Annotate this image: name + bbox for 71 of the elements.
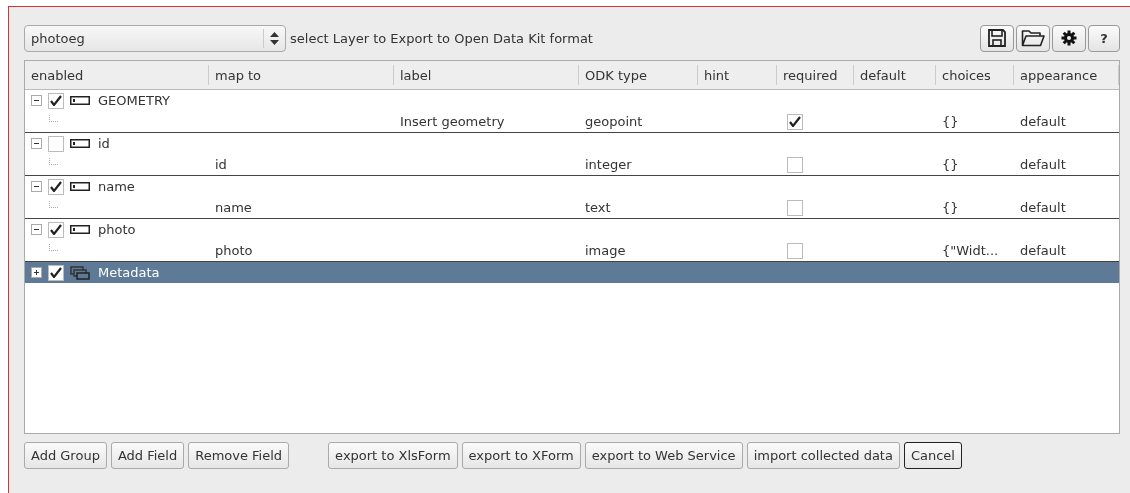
- field-name: name: [98, 179, 135, 194]
- gear-icon: [1061, 30, 1077, 46]
- dialog-button[interactable]: Add Field: [110, 442, 185, 469]
- required-checkbox[interactable]: [787, 199, 803, 216]
- spinner-arrows-icon: [270, 31, 279, 45]
- collapse-icon[interactable]: [31, 181, 42, 192]
- required-checkbox[interactable]: [787, 242, 803, 259]
- table-cell: id: [215, 157, 227, 172]
- table-cell: geopoint: [585, 114, 643, 129]
- tree-row[interactable]: id: [25, 133, 1119, 154]
- field-name: GEOMETRY: [98, 93, 171, 108]
- dialog-button[interactable]: import collected data: [746, 442, 900, 469]
- field-icon: [70, 139, 90, 148]
- tree-row[interactable]: name: [25, 176, 1119, 197]
- table-cell: {}: [942, 157, 959, 172]
- field-name: id: [98, 136, 110, 151]
- table-cell: name: [215, 200, 252, 215]
- field-icon: [70, 182, 90, 191]
- enabled-checkbox[interactable]: [48, 92, 64, 109]
- table-cell: photo: [215, 243, 253, 258]
- settings-button[interactable]: [1052, 24, 1086, 52]
- help-button[interactable]: ?: [1088, 24, 1120, 52]
- save-button[interactable]: [980, 24, 1014, 52]
- dialog-button[interactable]: export to XForm: [461, 442, 581, 469]
- table-cell: {}: [942, 200, 959, 215]
- dialog-button[interactable]: export to XlsForm: [328, 442, 458, 469]
- open-button[interactable]: [1016, 24, 1050, 52]
- column-header[interactable]: choices: [942, 67, 991, 83]
- table-cell: image: [585, 243, 626, 258]
- field-icon: [70, 96, 90, 105]
- collapse-icon[interactable]: [31, 224, 42, 235]
- tree-row[interactable]: photo: [25, 219, 1119, 240]
- table-cell: {}: [942, 114, 959, 129]
- dialog-button[interactable]: Cancel: [903, 442, 962, 469]
- table-cell: default: [1020, 200, 1066, 215]
- table-cell: default: [1020, 243, 1066, 258]
- dialog-button[interactable]: Add Group: [24, 442, 107, 469]
- dialog-button[interactable]: Remove Field: [188, 442, 290, 469]
- column-header[interactable]: label: [400, 67, 432, 83]
- column-header[interactable]: ODK type: [585, 67, 647, 83]
- group-icon: [70, 265, 90, 280]
- layer-dropdown[interactable]: photoeg: [24, 24, 286, 52]
- collapse-icon[interactable]: [31, 138, 42, 149]
- required-checkbox[interactable]: [787, 156, 803, 173]
- table-cell: text: [585, 200, 611, 215]
- field-name: photo: [98, 222, 136, 237]
- column-header[interactable]: required: [783, 67, 838, 83]
- dialog-button[interactable]: export to Web Service: [584, 442, 743, 469]
- column-header[interactable]: appearance: [1020, 67, 1098, 83]
- table-cell: Insert geometry: [400, 114, 505, 129]
- column-header[interactable]: default: [860, 67, 906, 83]
- enabled-checkbox[interactable]: [48, 178, 64, 195]
- enabled-checkbox[interactable]: [48, 135, 64, 152]
- folder-icon: [1021, 29, 1045, 47]
- column-header[interactable]: enabled: [31, 67, 84, 83]
- tree-row[interactable]: GEOMETRY: [25, 90, 1119, 111]
- table-cell: default: [1020, 157, 1066, 172]
- column-header[interactable]: hint: [704, 67, 730, 83]
- enabled-checkbox[interactable]: [48, 221, 64, 238]
- field-name: Metadata: [98, 265, 160, 280]
- table-cell: {"Widt...: [942, 243, 999, 258]
- table-cell: integer: [585, 157, 632, 172]
- column-header[interactable]: map to: [215, 67, 262, 83]
- table-cell: default: [1020, 114, 1066, 129]
- instruction-text: select Layer to Export to Open Data Kit format: [290, 30, 594, 46]
- field-icon: [70, 225, 90, 234]
- required-checkbox[interactable]: [787, 113, 803, 130]
- enabled-checkbox[interactable]: [48, 264, 64, 281]
- tree-row[interactable]: Metadata: [25, 262, 1119, 283]
- expand-icon[interactable]: [31, 267, 42, 278]
- collapse-icon[interactable]: [31, 95, 42, 106]
